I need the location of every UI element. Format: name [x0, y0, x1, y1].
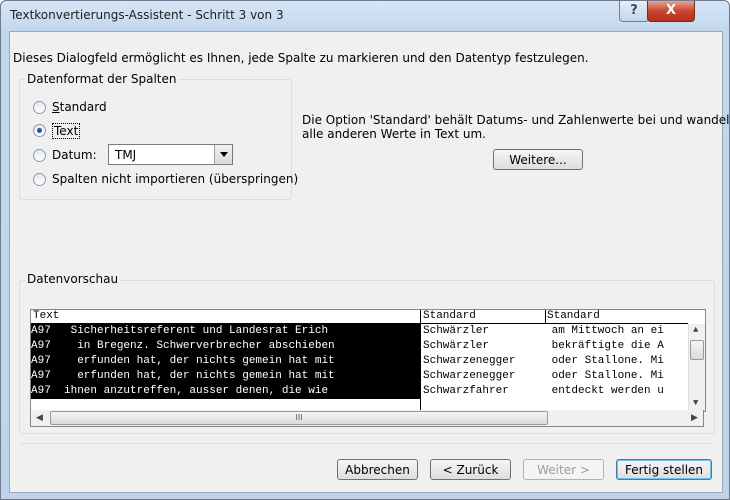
dialog-window: Textkonvertierungs-Assistent - Schritt 3… — [0, 0, 730, 500]
scroll-right-arrow-icon[interactable]: ▶ — [691, 413, 698, 423]
horizontal-scroll-thumb[interactable]: III — [50, 411, 548, 425]
column-header-label: Standard — [547, 310, 600, 322]
preview-cell: am Mittwoch an ei — [545, 325, 664, 337]
more-button[interactable]: Weitere... — [493, 149, 583, 170]
finish-button[interactable]: Fertig stellen — [616, 459, 712, 480]
column-header[interactable]: Standard — [421, 310, 546, 324]
preview-cell: entdeckt werden u — [545, 385, 664, 397]
column-header-label: Text — [33, 310, 60, 322]
next-button[interactable]: Weiter > — [523, 459, 604, 480]
column-header[interactable]: Standard — [545, 310, 688, 324]
preview-cell: Schwarzfahrer — [423, 385, 509, 397]
help-button[interactable]: ? — [619, 1, 649, 22]
radio-skip-text: Spalten nicht importieren (überspringen) — [52, 172, 299, 186]
scroll-up-arrow-icon[interactable]: ▲ — [693, 325, 698, 335]
date-format-combobox[interactable]: TMJ — [108, 144, 233, 165]
preview-column-1[interactable]: Text A97 Sicherheitsreferent und Landesr… — [31, 310, 421, 411]
dialog-client-area: Dieses Dialogfeld ermöglicht es Ihnen, j… — [9, 31, 729, 493]
vertical-scroll-thumb[interactable] — [690, 340, 704, 360]
scroll-down-arrow-icon[interactable]: ▼ — [693, 398, 698, 408]
radio-date-label[interactable]: Datum: — [52, 148, 97, 162]
data-preview-title: Datenvorschau — [25, 272, 121, 286]
preview-cell: A97 Sicherheitsreferent und Landesrat Er… — [31, 324, 420, 339]
close-button[interactable]: X — [647, 1, 695, 22]
radio-text-text: Text — [54, 124, 79, 138]
radio-skip[interactable] — [33, 173, 46, 186]
title-bar[interactable]: Textkonvertierungs-Assistent - Schritt 3… — [1, 1, 729, 31]
preview-cell: oder Stallone. Mi — [545, 355, 664, 367]
back-button[interactable]: < Zurück — [430, 459, 511, 480]
horizontal-scrollbar[interactable]: ◀ III ▶ — [30, 410, 704, 427]
radio-date[interactable] — [33, 149, 46, 162]
date-format-value: TMJ — [115, 148, 137, 162]
intro-text: Dieses Dialogfeld ermöglicht es Ihnen, j… — [13, 51, 589, 65]
preview-column-2[interactable]: Standard Schwärzler Schwärzler Schwarzen… — [420, 310, 546, 411]
vertical-scrollbar[interactable]: ▲ ▼ — [688, 324, 705, 411]
chevron-down-icon[interactable] — [214, 145, 232, 164]
cancel-button[interactable]: Abbrechen — [337, 459, 418, 480]
data-preview-grid[interactable]: Text A97 Sicherheitsreferent und Landesr… — [30, 309, 706, 412]
scroll-grip-icon: III — [295, 413, 303, 422]
preview-cell: Schwarzenegger — [423, 370, 516, 382]
preview-cell: oder Stallone. Mi — [545, 370, 664, 382]
column-header[interactable]: Text — [31, 310, 421, 324]
preview-cell: Schwärzler — [423, 340, 490, 352]
radio-standard-label[interactable]: Standard — [52, 100, 107, 114]
preview-cell: A97 ihnen anzutreffen, ausser denen, die… — [31, 384, 420, 399]
info-text-line2: alle anderen Werte in Text um. — [302, 127, 486, 141]
radio-standard-text: tandard — [59, 100, 107, 114]
scroll-left-arrow-icon[interactable]: ◀ — [36, 413, 43, 423]
column-header-label: Standard — [423, 310, 476, 322]
preview-cell: A97 in Bregenz. Schwerverbrecher abschie… — [31, 339, 420, 354]
column-format-group-title: Datenformat der Spalten — [25, 72, 179, 86]
radio-skip-label[interactable]: Spalten nicht importieren (überspringen) — [52, 172, 298, 186]
radio-text-label[interactable]: Text — [52, 123, 81, 139]
radio-standard[interactable] — [33, 101, 46, 114]
radio-date-text: Datum: — [52, 148, 97, 162]
info-text-line1: Die Option 'Standard' behält Datums- und… — [302, 113, 730, 127]
preview-cell: A97 erfunden hat, der nichts gemein hat … — [31, 354, 420, 369]
preview-cell: bekräftigte die A — [545, 340, 664, 352]
preview-cell: A97 erfunden hat, der nichts gemein hat … — [31, 369, 420, 384]
preview-column-3[interactable]: Standard am Mittwoch an ei bekräftigte d… — [545, 310, 688, 411]
preview-cell: Schwarzenegger — [423, 355, 516, 367]
window-title: Textkonvertierungs-Assistent - Schritt 3… — [10, 8, 284, 22]
separator — [20, 443, 712, 444]
radio-text[interactable] — [33, 124, 46, 137]
preview-cell: Schwärzler — [423, 325, 490, 337]
